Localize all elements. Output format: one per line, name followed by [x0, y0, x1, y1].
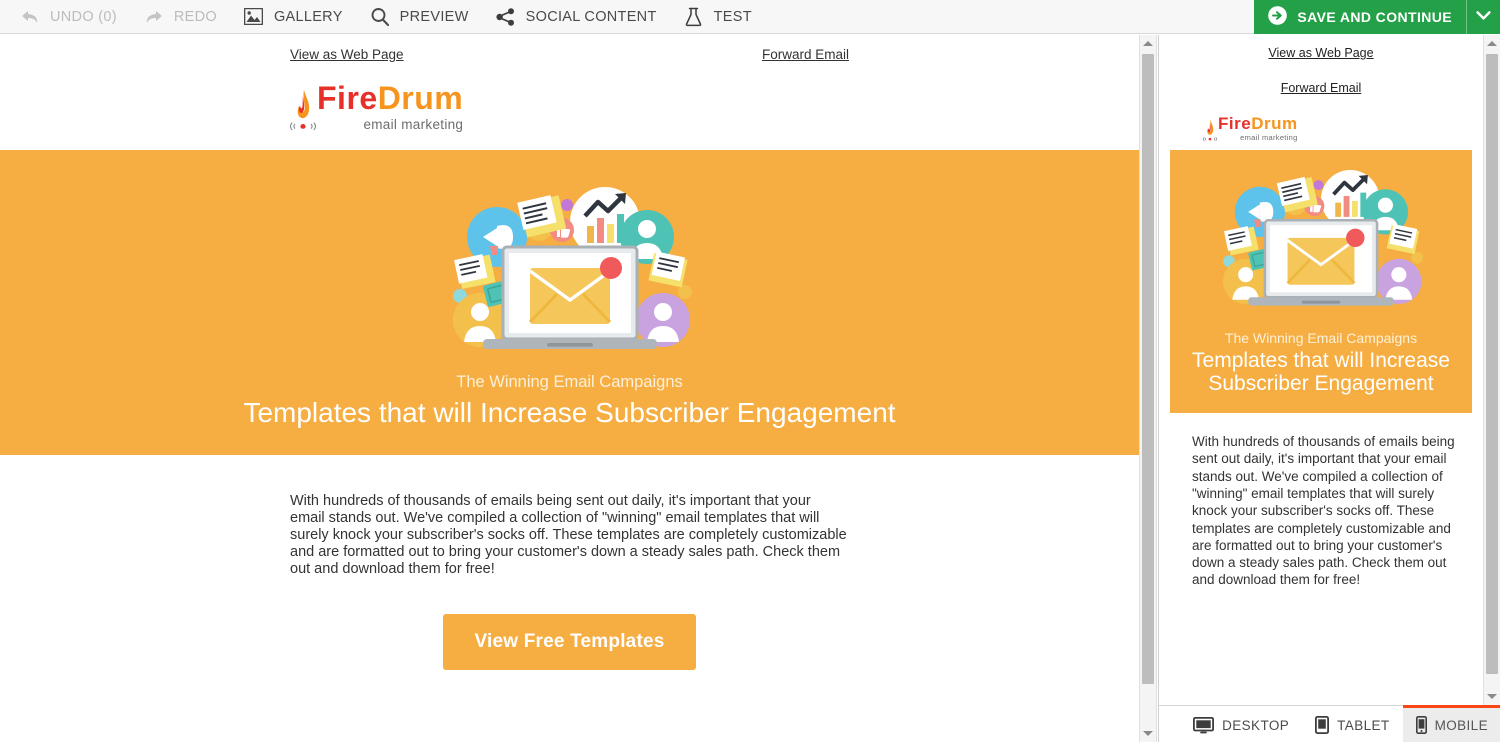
smartphone-icon	[1415, 716, 1427, 734]
preview-logo-tagline: email marketing	[1240, 133, 1298, 142]
chevron-down-icon	[1476, 8, 1491, 26]
preview-button[interactable]: PREVIEW	[356, 0, 482, 34]
device-tab-tablet-label: TABLET	[1337, 717, 1390, 733]
hero-text-block: The Winning Email Campaigns Templates th…	[0, 365, 1139, 427]
logo-drum-text: Drum	[377, 80, 464, 116]
preview-scrollbar-thumb[interactable]	[1486, 54, 1498, 674]
triangle-up-icon	[1143, 41, 1153, 46]
preview-scroll-up-button[interactable]	[1484, 35, 1500, 52]
magnifier-icon	[369, 6, 391, 28]
hero-illustration-wrap	[0, 180, 1139, 365]
preview-hero-title: Templates that will Increase Subscriber …	[1192, 349, 1450, 396]
preview-preheader: View as Web Page Forward Email	[1159, 35, 1483, 97]
preview-hero-illustration-wrap	[1170, 164, 1472, 320]
social-content-label: SOCIAL CONTENT	[525, 8, 657, 25]
hero-kicker: The Winning Email Campaigns	[456, 373, 683, 391]
save-and-continue-label: SAVE AND CONTINUE	[1297, 9, 1452, 25]
preview-firedrum-logo: FireDrum email marketing	[1203, 115, 1483, 142]
monitor-icon	[1193, 716, 1215, 734]
gallery-label: GALLERY	[273, 8, 343, 25]
undo-arrow-icon	[19, 6, 41, 28]
scroll-down-button[interactable]	[1140, 725, 1156, 742]
redo-button[interactable]: REDO	[130, 0, 230, 34]
preview-body-paragraph: With hundreds of thousands of emails bei…	[1192, 434, 1455, 588]
device-preview-toolbar: DESKTOP TABLET MOBILE	[1159, 705, 1500, 742]
top-toolbar: UNDO (0) REDO GALLERY PREVIEW SOCIAL CON…	[0, 0, 1500, 34]
email-body-paragraph: With hundreds of thousands of emails bei…	[290, 492, 847, 578]
triangle-up-icon	[1487, 41, 1497, 46]
preview-logo-fire-text: Fire	[1218, 114, 1252, 133]
flame-icon	[1203, 119, 1217, 142]
device-tab-tablet[interactable]: TABLET	[1302, 705, 1402, 742]
save-and-continue-button[interactable]: SAVE AND CONTINUE	[1254, 0, 1466, 34]
forward-email-link[interactable]: Forward Email	[762, 47, 849, 62]
device-tab-mobile-label: MOBILE	[1434, 717, 1488, 733]
save-and-continue-group: SAVE AND CONTINUE	[1254, 0, 1500, 34]
undo-button[interactable]: UNDO (0)	[6, 0, 130, 34]
email-editor-canvas[interactable]: View as Web Page Forward Email FireDrum …	[0, 35, 1139, 742]
logo-fire-text: Fire	[317, 80, 378, 116]
mobile-preview-viewport[interactable]: View as Web Page Forward Email FireDrum …	[1159, 35, 1483, 705]
preview-logo-wordmark: FireDrum email marketing	[1218, 115, 1298, 142]
device-tab-desktop-label: DESKTOP	[1222, 717, 1290, 733]
email-logo-block: FireDrum email marketing	[0, 62, 1139, 150]
email-marketing-illustration-icon	[1208, 164, 1434, 320]
device-tab-desktop[interactable]: DESKTOP	[1180, 705, 1302, 742]
device-preview-panel: View as Web Page Forward Email FireDrum …	[1158, 35, 1500, 742]
email-preheader: View as Web Page Forward Email	[0, 35, 1139, 62]
flask-icon	[683, 6, 705, 28]
triangle-down-icon	[1487, 694, 1497, 699]
redo-arrow-icon	[143, 6, 165, 28]
preview-view-as-web-page-link[interactable]: View as Web Page	[1159, 44, 1483, 62]
logo-wordmark: FireDrum email marketing	[317, 82, 463, 132]
preview-logo-block: FireDrum email marketing	[1159, 97, 1483, 150]
canvas-scrollbar[interactable]	[1139, 35, 1157, 742]
email-hero-banner: The Winning Email Campaigns Templates th…	[0, 150, 1139, 455]
preview-hero-text-block: The Winning Email Campaigns Templates th…	[1170, 320, 1472, 395]
undo-label: UNDO (0)	[50, 8, 117, 25]
email-marketing-illustration-icon	[435, 180, 705, 365]
test-button[interactable]: TEST	[670, 0, 765, 34]
social-content-button[interactable]: SOCIAL CONTENT	[482, 0, 670, 34]
flame-icon	[289, 88, 317, 132]
hero-title: Templates that will Increase Subscriber …	[243, 396, 896, 428]
cta-wrap: View Free Templates	[0, 578, 1139, 671]
view-as-web-page-link[interactable]: View as Web Page	[290, 47, 404, 62]
preview-forward-email-link[interactable]: Forward Email	[1159, 79, 1483, 97]
image-icon	[243, 6, 265, 28]
preview-hero-kicker: The Winning Email Campaigns	[1224, 330, 1418, 346]
triangle-down-icon	[1143, 731, 1153, 736]
email-document: View as Web Page Forward Email FireDrum …	[0, 35, 1139, 671]
toolbar-actions: UNDO (0) REDO GALLERY PREVIEW SOCIAL CON…	[0, 0, 765, 34]
firedrum-logo: FireDrum email marketing	[289, 82, 1139, 132]
preview-label: PREVIEW	[399, 8, 469, 25]
arrow-right-circle-icon	[1267, 5, 1288, 29]
logo-tagline: email marketing	[363, 117, 464, 132]
tablet-icon	[1315, 716, 1330, 734]
preview-logo-drum-text: Drum	[1251, 114, 1298, 133]
canvas-scrollbar-thumb[interactable]	[1142, 54, 1154, 684]
preview-scrollbar[interactable]	[1483, 35, 1500, 705]
device-tab-mobile[interactable]: MOBILE	[1402, 705, 1500, 742]
scroll-up-button[interactable]	[1140, 35, 1156, 52]
preview-hero-banner: The Winning Email Campaigns Templates th…	[1170, 150, 1472, 414]
gallery-button[interactable]: GALLERY	[230, 0, 356, 34]
view-free-templates-button[interactable]: View Free Templates	[443, 614, 696, 671]
save-options-dropdown[interactable]	[1466, 0, 1500, 34]
preview-scroll-down-button[interactable]	[1484, 688, 1500, 705]
share-nodes-icon	[495, 6, 517, 28]
redo-label: REDO	[173, 8, 217, 25]
test-label: TEST	[713, 8, 752, 25]
